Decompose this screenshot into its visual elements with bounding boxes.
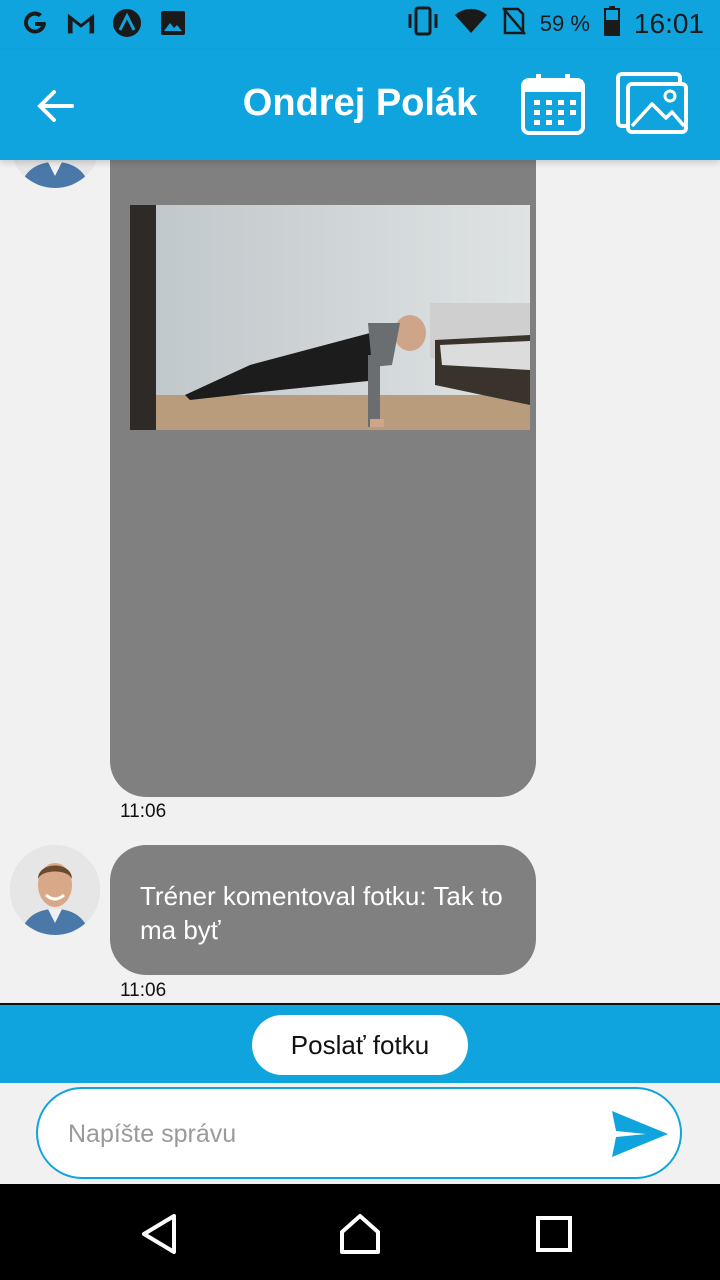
avatar [10,160,100,188]
battery-percent: 59 % [539,10,590,36]
arrow-back-icon[interactable] [34,84,78,128]
app-header: Ondrej Polák [0,50,720,160]
page-title: Ondrej Polák [242,82,478,124]
recents-nav-icon[interactable] [532,1212,576,1256]
gallery-icon[interactable] [616,72,690,136]
system-nav-bar [0,1184,720,1280]
shared-photo[interactable] [130,205,530,430]
gmail-icon [66,8,96,38]
status-bar: 59 % 16:01 [0,0,720,50]
action-bar: Poslať fotku [0,1005,720,1083]
send-photo-button[interactable]: Poslať fotku [252,1015,468,1075]
message-input[interactable] [66,1111,590,1157]
clock: 16:01 [633,7,704,39]
send-icon[interactable] [610,1107,670,1161]
gallery-notification-icon [158,8,188,38]
photo-message-bubble[interactable] [110,160,536,797]
message-time: 11:06 [120,801,167,822]
no-sim-icon [501,6,526,41]
back-nav-icon[interactable] [138,1212,182,1256]
app-a-icon [112,8,142,38]
avatar [10,845,100,935]
message-text: Tréner komentoval fotku: Tak to ma byť [140,881,503,945]
battery-icon [603,6,620,41]
message-time: 11:06 [120,980,167,1001]
wifi-icon [454,7,488,40]
calendar-icon[interactable] [520,74,586,136]
vibrate-icon [406,6,440,41]
home-nav-icon[interactable] [338,1212,382,1256]
composer [0,1083,720,1184]
message-input-box [36,1087,682,1179]
google-icon [20,8,50,38]
text-message-bubble[interactable]: Tréner komentoval fotku: Tak to ma byť [110,845,536,975]
message-list[interactable]: 11:06 Tréner komentoval fotku: Tak to ma… [0,160,720,1004]
